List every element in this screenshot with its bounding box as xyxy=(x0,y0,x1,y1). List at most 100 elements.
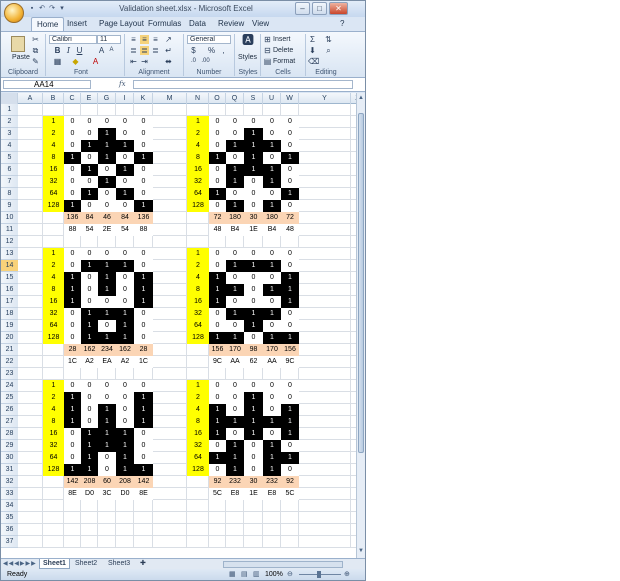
bit-cell[interactable]: 0 xyxy=(98,248,116,260)
bit-cell[interactable]: 0 xyxy=(64,320,81,332)
bit-cell[interactable]: 1 xyxy=(226,332,244,344)
row-header[interactable]: 4 xyxy=(1,140,18,152)
hex-cell[interactable]: 48 xyxy=(281,224,299,236)
align-middle-icon[interactable]: ≡ xyxy=(140,35,149,44)
row-header[interactable]: 8 xyxy=(1,188,18,200)
hex-cell[interactable]: EA xyxy=(98,356,116,368)
weight-cell[interactable]: 128 xyxy=(187,332,209,344)
weight-cell[interactable]: 64 xyxy=(187,320,209,332)
bit-cell[interactable]: 1 xyxy=(81,428,98,440)
bit-cell[interactable]: 0 xyxy=(263,116,281,128)
tab-review[interactable]: Review xyxy=(218,17,244,31)
bit-cell[interactable]: 0 xyxy=(244,440,263,452)
sum-cell[interactable]: 208 xyxy=(116,476,134,488)
bit-cell[interactable]: 0 xyxy=(209,392,226,404)
bit-cell[interactable]: 0 xyxy=(98,188,116,200)
bit-cell[interactable]: 0 xyxy=(226,404,244,416)
bit-cell[interactable]: 0 xyxy=(64,164,81,176)
row-header[interactable]: 29 xyxy=(1,440,18,452)
bit-cell[interactable]: 0 xyxy=(281,128,299,140)
bit-cell[interactable]: 0 xyxy=(64,428,81,440)
bit-cell[interactable]: 1 xyxy=(226,464,244,476)
bit-cell[interactable]: 0 xyxy=(134,332,153,344)
bit-cell[interactable]: 1 xyxy=(209,272,226,284)
bit-cell[interactable]: 0 xyxy=(263,248,281,260)
hex-cell[interactable]: E8 xyxy=(226,488,244,500)
bit-cell[interactable]: 0 xyxy=(226,248,244,260)
bit-cell[interactable]: 0 xyxy=(226,392,244,404)
sum-cell[interactable]: 162 xyxy=(116,344,134,356)
bit-cell[interactable]: 0 xyxy=(281,176,299,188)
normal-view-icon[interactable]: ▦ xyxy=(229,569,236,580)
hex-cell[interactable]: E8 xyxy=(263,488,281,500)
bit-cell[interactable]: 1 xyxy=(244,428,263,440)
row-header[interactable]: 1 xyxy=(1,104,18,116)
find-select-icon[interactable]: ⌕ xyxy=(324,46,333,55)
weight-cell[interactable]: 4 xyxy=(187,140,209,152)
bit-cell[interactable]: 1 xyxy=(98,176,116,188)
weight-cell[interactable]: 16 xyxy=(43,428,64,440)
hex-cell[interactable]: AA xyxy=(226,356,244,368)
bit-cell[interactable]: 0 xyxy=(244,272,263,284)
styles-icon[interactable]: 🅰 xyxy=(241,34,255,50)
hex-cell[interactable]: A2 xyxy=(81,356,98,368)
weight-cell[interactable]: 1 xyxy=(43,380,64,392)
bit-cell[interactable]: 0 xyxy=(81,152,98,164)
bit-cell[interactable]: 0 xyxy=(98,380,116,392)
weight-cell[interactable]: 8 xyxy=(43,152,64,164)
bit-cell[interactable]: 1 xyxy=(134,392,153,404)
vertical-scroll-thumb[interactable] xyxy=(358,113,364,453)
hex-cell[interactable]: 2E xyxy=(98,224,116,236)
borders-icon[interactable]: ▦ xyxy=(53,57,62,66)
orientation-icon[interactable]: ↗ xyxy=(164,35,173,44)
weight-cell[interactable]: 64 xyxy=(43,188,64,200)
bit-cell[interactable]: 0 xyxy=(116,248,134,260)
bit-cell[interactable]: 0 xyxy=(98,200,116,212)
italic-icon[interactable]: I xyxy=(64,46,73,55)
sum-cell[interactable]: 92 xyxy=(281,476,299,488)
bit-cell[interactable]: 0 xyxy=(263,428,281,440)
bit-cell[interactable]: 0 xyxy=(116,152,134,164)
weight-cell[interactable]: 1 xyxy=(187,248,209,260)
row-header[interactable]: 27 xyxy=(1,416,18,428)
bit-cell[interactable]: 0 xyxy=(134,428,153,440)
bit-cell[interactable]: 0 xyxy=(281,140,299,152)
bit-cell[interactable]: 0 xyxy=(116,128,134,140)
horizontal-scrollbar[interactable] xyxy=(223,561,343,568)
bit-cell[interactable]: 1 xyxy=(226,140,244,152)
sum-cell[interactable]: 28 xyxy=(134,344,153,356)
bit-cell[interactable]: 1 xyxy=(98,152,116,164)
bit-cell[interactable]: 1 xyxy=(116,452,134,464)
weight-cell[interactable]: 64 xyxy=(187,452,209,464)
bit-cell[interactable]: 0 xyxy=(244,116,263,128)
bit-cell[interactable]: 1 xyxy=(209,452,226,464)
bit-cell[interactable]: 0 xyxy=(81,404,98,416)
bit-cell[interactable]: 0 xyxy=(244,380,263,392)
underline-icon[interactable]: U xyxy=(75,46,84,55)
bit-cell[interactable]: 0 xyxy=(81,380,98,392)
bit-cell[interactable]: 1 xyxy=(263,176,281,188)
row-header[interactable]: 24 xyxy=(1,380,18,392)
row-header[interactable]: 20 xyxy=(1,332,18,344)
increase-indent-icon[interactable]: ⇥ xyxy=(140,57,149,66)
bit-cell[interactable]: 0 xyxy=(81,392,98,404)
insert-function-button[interactable]: fx xyxy=(119,80,129,89)
bit-cell[interactable]: 0 xyxy=(226,272,244,284)
sum-cell[interactable]: 170 xyxy=(263,344,281,356)
column-header[interactable]: A xyxy=(18,93,43,104)
bit-cell[interactable]: 0 xyxy=(209,440,226,452)
bit-cell[interactable]: 1 xyxy=(244,320,263,332)
bit-cell[interactable]: 1 xyxy=(116,332,134,344)
column-header[interactable]: W xyxy=(281,93,299,104)
bit-cell[interactable]: 0 xyxy=(64,332,81,344)
comma-style-icon[interactable]: , xyxy=(219,46,228,55)
sum-cell[interactable]: 98 xyxy=(244,344,263,356)
row-header[interactable]: 9 xyxy=(1,200,18,212)
sum-cell[interactable]: 84 xyxy=(116,212,134,224)
hex-cell[interactable]: 8E xyxy=(64,488,81,500)
bit-cell[interactable]: 1 xyxy=(98,332,116,344)
bit-cell[interactable]: 0 xyxy=(116,116,134,128)
weight-cell[interactable]: 32 xyxy=(43,308,64,320)
bit-cell[interactable]: 0 xyxy=(134,248,153,260)
bit-cell[interactable]: 1 xyxy=(244,140,263,152)
